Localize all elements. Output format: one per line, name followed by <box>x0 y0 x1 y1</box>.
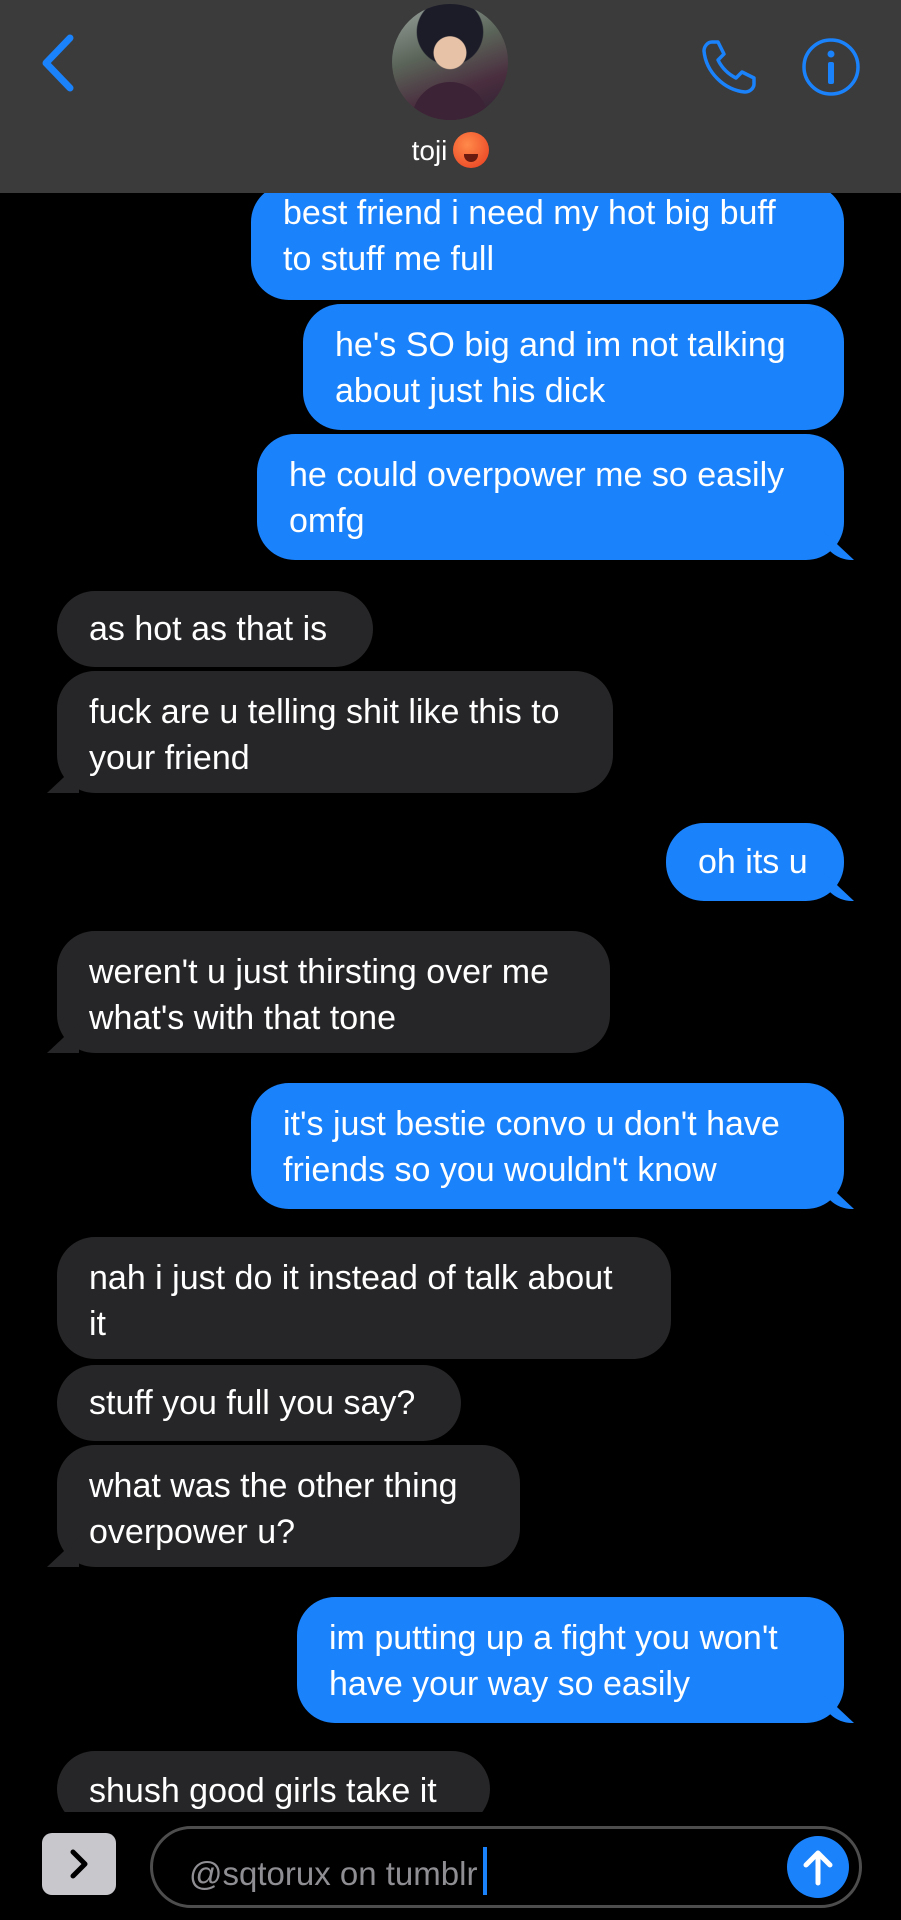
apps-button[interactable] <box>42 1833 116 1895</box>
info-button[interactable] <box>800 36 862 98</box>
message-sent[interactable]: it's just bestie convo u don't have frie… <box>251 1083 844 1209</box>
contact-avatar[interactable] <box>392 4 508 120</box>
message-received[interactable]: weren't u just thirsting over me what's … <box>57 931 610 1053</box>
message-input-text[interactable]: @sqtorux on tumblr <box>189 1847 488 1895</box>
hot-face-emoji <box>453 132 490 168</box>
text-caret <box>483 1847 488 1895</box>
message-received[interactable]: nah i just do it instead of talk about i… <box>57 1237 671 1359</box>
message-received[interactable]: what was the other thing overpower u? <box>57 1445 520 1567</box>
contact-name-label: toji <box>411 135 448 166</box>
message-sent[interactable]: he's SO big and im not talking about jus… <box>303 304 844 430</box>
message-sent[interactable]: im putting up a fight you won't have you… <box>297 1597 844 1723</box>
conversation-header: toji <box>0 0 901 193</box>
message-thread[interactable]: best friend i need my hot big buff to st… <box>0 0 901 1812</box>
message-input[interactable]: @sqtorux on tumblr <box>150 1826 862 1908</box>
message-received[interactable]: as hot as that is <box>57 591 373 667</box>
message-sent[interactable]: he could overpower me so easily omfg <box>257 434 844 560</box>
message-received[interactable]: fuck are u telling shit like this to you… <box>57 671 613 793</box>
back-button[interactable] <box>34 30 84 96</box>
chevron-right-icon <box>70 1849 88 1879</box>
message-received[interactable]: stuff you full you say? <box>57 1365 461 1441</box>
message-received[interactable]: shush good girls take it <box>57 1751 490 1812</box>
info-icon <box>802 38 860 96</box>
contact-name[interactable]: toji <box>0 132 901 168</box>
send-button[interactable] <box>787 1836 849 1898</box>
call-button[interactable] <box>698 36 760 98</box>
message-composer: @sqtorux on tumblr <box>0 1812 901 1920</box>
message-sent[interactable]: best friend i need my hot big buff to st… <box>251 184 844 300</box>
message-sent[interactable]: oh its u <box>666 823 844 901</box>
phone-icon <box>702 40 756 94</box>
arrow-up-icon <box>803 1850 833 1886</box>
chevron-left-icon <box>42 34 74 92</box>
